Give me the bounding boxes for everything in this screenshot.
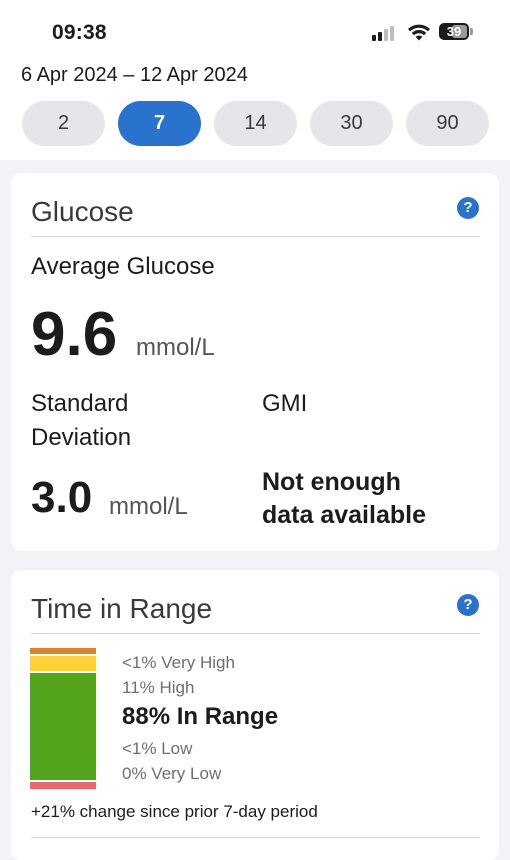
standard-deviation-value: 3.0 <box>31 473 93 522</box>
wifi-icon <box>408 24 430 41</box>
in-range-segment <box>30 673 96 780</box>
battery-icon: 39 <box>439 23 469 40</box>
time-in-range-divider <box>31 633 480 634</box>
date-range: 6 Apr 2024 – 12 Apr 2024 <box>21 64 248 86</box>
time-in-range-bar <box>30 648 96 789</box>
high-segment <box>30 656 96 671</box>
time-in-range-bottom-divider <box>31 837 480 838</box>
time-in-range-card: Time in Range ? <1% Very High 11% High 8… <box>11 570 499 860</box>
high-label: 11% High <box>122 678 195 697</box>
standard-deviation-label-line2: Deviation <box>31 424 132 451</box>
period-selector: 2 7 14 30 90 <box>22 101 489 146</box>
change-note: +21% change since prior 7-day period <box>31 802 318 821</box>
period-option-90[interactable]: 90 <box>406 101 489 146</box>
period-option-14[interactable]: 14 <box>214 101 297 146</box>
period-option-2[interactable]: 2 <box>22 101 105 146</box>
glucose-divider <box>31 236 480 237</box>
status-bar: 09:38 39 <box>0 0 510 62</box>
low-segment <box>30 782 96 789</box>
time-in-range-help-icon[interactable]: ? <box>457 594 479 616</box>
battery-cap <box>470 28 473 35</box>
standard-deviation-label-line1: Standard <box>31 390 129 417</box>
very-high-label: <1% Very High <box>122 653 235 672</box>
in-range-label: 88% In Range <box>122 703 279 730</box>
glucose-card: Glucose ? Average Glucose 9.6 mmol/L Sta… <box>11 173 499 551</box>
gmi-label: GMI <box>262 390 308 417</box>
gmi-value-line1: Not enough <box>262 468 401 496</box>
time-in-range-title: Time in Range <box>31 593 213 624</box>
period-option-7[interactable]: 7 <box>118 101 201 146</box>
average-glucose-value: 9.6 <box>31 300 118 369</box>
period-option-30[interactable]: 30 <box>310 101 393 146</box>
cellular-signal-icon <box>372 25 400 41</box>
average-glucose-unit: mmol/L <box>136 334 215 361</box>
battery-level: 39 <box>446 24 462 39</box>
status-time: 09:38 <box>52 21 107 44</box>
very-high-segment <box>30 648 96 654</box>
very-low-label: 0% Very Low <box>122 764 222 783</box>
gmi-value-line2: data available <box>262 501 426 529</box>
average-glucose-label: Average Glucose <box>31 253 215 280</box>
glucose-help-icon[interactable]: ? <box>457 197 479 219</box>
glucose-title: Glucose <box>31 196 134 227</box>
standard-deviation-unit: mmol/L <box>109 493 188 520</box>
low-label: <1% Low <box>122 739 193 758</box>
